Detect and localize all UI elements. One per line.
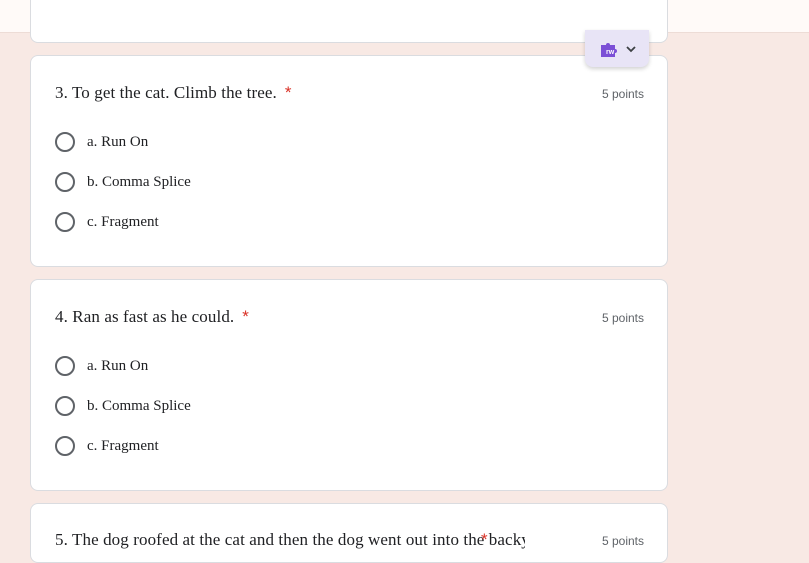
question-title: 5. The dog roofed at the cat and then th… xyxy=(55,530,525,550)
option-c-fragment[interactable]: c. Fragment xyxy=(55,434,159,458)
option-label: c. Fragment xyxy=(87,213,159,230)
required-asterisk: * xyxy=(481,530,488,549)
option-label: a. Run On xyxy=(87,357,149,374)
option-label: b. Comma Splice xyxy=(87,173,191,190)
chevron-down-icon xyxy=(626,45,636,53)
points-label: 5 points xyxy=(601,87,644,101)
radio-button[interactable] xyxy=(55,436,75,456)
previous-question-card xyxy=(30,0,668,43)
extension-button[interactable]: rw xyxy=(585,30,649,67)
radio-button[interactable] xyxy=(55,396,75,416)
question-title: 4. Ran as fast as he could. * xyxy=(55,307,249,327)
radio-button[interactable] xyxy=(55,172,75,192)
extension-label: rw xyxy=(606,49,615,56)
option-c-fragment[interactable]: c. Fragment xyxy=(55,210,159,234)
question-text: 4. Ran as fast as he could. xyxy=(55,307,235,326)
required-asterisk: * xyxy=(284,83,292,102)
radio-button[interactable] xyxy=(55,356,75,376)
points-label: 5 points xyxy=(601,311,644,325)
radio-button[interactable] xyxy=(55,212,75,232)
question-card-3: 3. To get the cat. Climb the tree. * 5 po… xyxy=(30,55,668,267)
radio-button[interactable] xyxy=(55,132,75,152)
option-label: b. Comma Splice xyxy=(87,397,191,414)
question-card-4: 4. Ran as fast as he could. * 5 points a.… xyxy=(30,279,668,491)
points-label: 5 points xyxy=(601,534,644,548)
option-label: c. Fragment xyxy=(87,437,159,454)
question-card-5: 5. The dog roofed at the cat and then th… xyxy=(30,503,668,563)
question-title: 3. To get the cat. Climb the tree. * xyxy=(55,83,292,103)
option-label: a. Run On xyxy=(87,133,149,150)
option-a-run-on[interactable]: a. Run On xyxy=(55,354,148,378)
option-a-run-on[interactable]: a. Run On xyxy=(55,130,148,154)
option-b-comma-splice[interactable]: b. Comma Splice xyxy=(55,394,191,418)
question-text: 5. The dog roofed at the cat and then th… xyxy=(55,530,525,549)
option-b-comma-splice[interactable]: b. Comma Splice xyxy=(55,170,191,194)
puzzle-icon: rw xyxy=(598,40,620,58)
question-text: 3. To get the cat. Climb the tree. xyxy=(55,83,277,102)
required-asterisk: * xyxy=(242,307,249,326)
